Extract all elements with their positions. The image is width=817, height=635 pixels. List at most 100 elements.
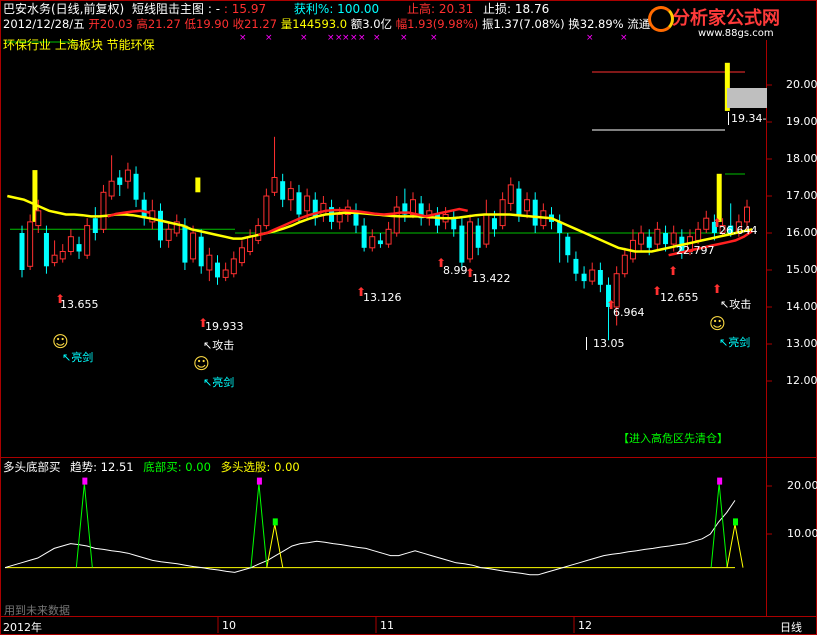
candle-body: [100, 191, 107, 230]
candle-body: [507, 184, 514, 204]
up-arrow-icon: ⬆: [668, 264, 679, 278]
candle-body: [35, 210, 42, 227]
candle-body: [361, 225, 367, 248]
candle-body: [141, 199, 147, 219]
select-spike-cap: [733, 518, 738, 526]
candle-body: [247, 236, 254, 252]
lower-tick-20: 20.00: [787, 479, 817, 492]
candle-body: [263, 195, 270, 227]
candle-body: [369, 236, 376, 249]
marker-x-icon: ×: [350, 33, 358, 43]
stock-title[interactable]: 巴安水务(日线,前复权): [3, 2, 124, 16]
price-tick-label: 20.00: [786, 78, 817, 91]
time-label-11: 11: [380, 619, 394, 632]
candle-body: [385, 228, 392, 245]
candle-body: [206, 254, 213, 271]
candle-body: [287, 188, 294, 201]
price-tick-label: 13.00: [786, 337, 817, 350]
smiley-icon: ☺: [193, 354, 210, 373]
candle-body: [499, 199, 506, 227]
candle-body: [377, 240, 383, 245]
marker-x-icon: ×: [373, 33, 381, 43]
candle-body: [190, 232, 197, 260]
annotation-26644: 26.644: [719, 224, 758, 237]
marker-x-icon: ×: [586, 33, 594, 43]
candle-body: [76, 244, 82, 252]
candle-body: [638, 232, 645, 245]
candle-body: [516, 188, 522, 215]
lower-indicator: [4, 477, 744, 576]
price-tick-label: 14.00: [786, 300, 817, 313]
candle-body: [434, 214, 440, 226]
candle-body: [133, 173, 139, 200]
candle-body: [451, 218, 457, 230]
industry-line[interactable]: 环保行业 上海板块 节能环保: [3, 36, 155, 53]
liangjian-label-2: ↖亮剑: [203, 376, 235, 389]
marker-x-icon: ×: [265, 33, 273, 43]
annotation-6964: 6.964: [613, 306, 645, 319]
annotation-13126: 13.126: [363, 291, 402, 304]
marker-x-icon: ×: [239, 33, 247, 43]
price-tick-label: 18.00: [786, 152, 817, 165]
bottom-buy-spike-cap: [256, 477, 262, 485]
candle-body: [230, 258, 237, 275]
annotation-899: 8.99: [443, 264, 468, 277]
smiley-icon: ☺: [709, 314, 726, 333]
candle-body: [646, 236, 652, 248]
candle-body: [222, 269, 229, 278]
marker-x-icon: ×: [430, 33, 438, 43]
annotation-22797: 22.797: [676, 244, 715, 257]
stock-chart[interactable]: × × × × × × × × × × × × ×: [0, 0, 817, 635]
gongji-text: 攻击: [729, 298, 752, 311]
candle-body: [524, 199, 531, 212]
up-arrow-icon: ⬆: [436, 256, 447, 270]
lower-tick-10: 10.00: [787, 527, 817, 540]
lower-title[interactable]: 多头底部买: [3, 460, 61, 474]
price-tick-label: 19.00: [786, 115, 817, 128]
indicator-value: : 15.97: [223, 2, 267, 16]
site-logo: 分析家公式网 www.88gs.com: [640, 2, 810, 42]
close-value: 收21.27: [232, 17, 278, 31]
liangjian-text: 亮剑: [71, 351, 94, 364]
moving-average-lines: [7, 194, 753, 257]
gongji-label-1: ↖攻击: [203, 339, 235, 352]
candle-body: [532, 199, 538, 226]
marker-x-icon: ×: [342, 33, 350, 43]
candle-body: [483, 214, 490, 245]
candle-body: [67, 236, 74, 252]
up-arrow-icon: ⬆: [198, 316, 209, 330]
liangjian-label-1: ↖亮剑: [62, 351, 94, 364]
range-value: 幅1.93(9.98%): [395, 17, 479, 31]
period-label[interactable]: 日线: [780, 619, 802, 635]
select-spike: [726, 524, 744, 568]
stop-loss: 止损: 18.76: [483, 2, 550, 16]
marker-x-icon: ×: [327, 33, 335, 43]
lower-select: 多头选股: 0.00: [220, 460, 300, 474]
candle-body: [182, 225, 188, 263]
liangjian-text: 亮剑: [212, 376, 235, 389]
candle-body: [19, 233, 25, 270]
candle-body: [654, 228, 661, 245]
candle-body: [621, 254, 628, 275]
candle-body: [51, 254, 58, 264]
candle-body: [215, 262, 221, 278]
select-spike: [266, 524, 284, 568]
candle-body: [92, 218, 98, 233]
candle-body: [589, 269, 596, 282]
bottom-buy-spike-cap: [717, 477, 723, 485]
price-tick-label: 15.00: [786, 263, 817, 276]
candle-body: [255, 225, 262, 241]
candle-body: [565, 236, 571, 256]
candle-body: [271, 177, 278, 193]
liangjian-text: 亮剑: [728, 336, 751, 349]
candle-body: [475, 225, 481, 248]
date-line: 2012/12/28/五: [3, 17, 85, 31]
candle-body: [157, 210, 163, 241]
signal-bar: [716, 173, 722, 222]
marker-x-icon: ×: [400, 33, 408, 43]
logo-name: 分析家公式网: [672, 8, 780, 29]
indicator-sep: : -: [207, 2, 221, 16]
annotation-12655: 12.655: [660, 291, 699, 304]
liangjian-label-3: ↖亮剑: [719, 336, 751, 349]
marker-x-icon: ×: [620, 33, 628, 43]
